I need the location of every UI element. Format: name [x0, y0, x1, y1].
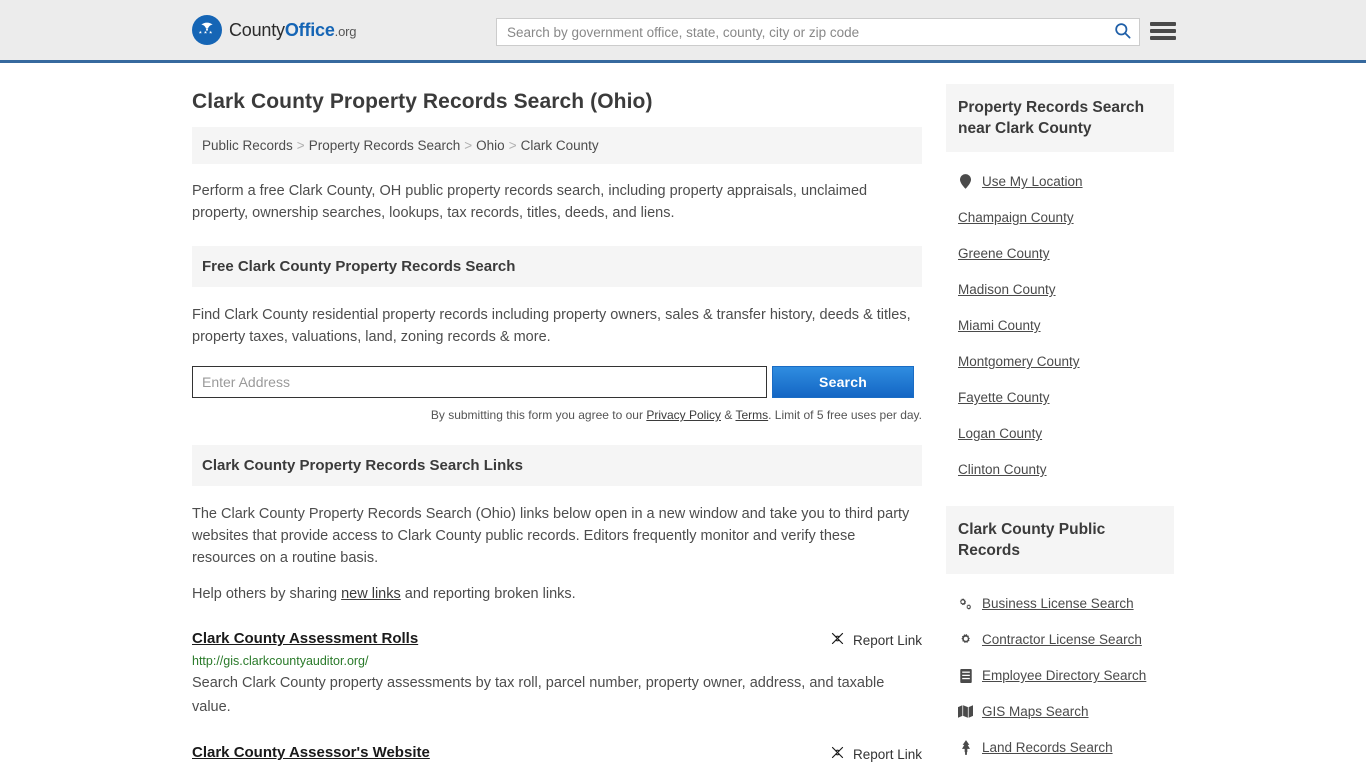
link-description: Search Clark County property assessments… — [192, 675, 885, 715]
breadcrumb: Public Records > Property Records Search > O… — [192, 127, 922, 164]
disclaimer-amp: & — [721, 408, 736, 422]
sidebar-link-label[interactable]: Greene County — [958, 246, 1050, 261]
sidebar-item-greene-county[interactable]: Greene County — [958, 246, 1174, 261]
intro-paragraph: Perform a free Clark County, OH public p… — [192, 183, 868, 221]
map-pin-icon — [958, 174, 973, 189]
link-title[interactable]: Clark County Assessor's Website — [192, 744, 430, 761]
sidebar-item-madison-county[interactable]: Madison County — [958, 282, 1174, 297]
help-suffix: and reporting broken links. — [400, 586, 576, 602]
sidebar-item-logan-county[interactable]: Logan County — [958, 426, 1174, 441]
sidebar-item-employee-directory-search[interactable]: Employee Directory Search — [958, 668, 1174, 683]
sidebar-link-label[interactable]: Montgomery County — [958, 354, 1080, 369]
sidebar-item-gis-maps-search[interactable]: GIS Maps Search — [958, 704, 1174, 719]
address-search-button[interactable]: Search — [772, 366, 914, 398]
help-prefix: Help others by sharing — [192, 586, 342, 602]
global-search-bar[interactable] — [496, 18, 1140, 46]
address-search-form: Search — [192, 366, 922, 398]
link-url: http://gis.clarkcountyauditor.org/ — [192, 654, 369, 668]
sidebar-link-label[interactable]: Madison County — [958, 282, 1056, 297]
hamburger-bar — [1150, 36, 1176, 40]
sidebar-link-label[interactable]: GIS Maps Search — [982, 704, 1089, 719]
breadcrumb-separator: > — [508, 138, 517, 153]
link-entry: Clark County Assessment Rolls Report Lin… — [192, 630, 922, 719]
book-icon — [958, 668, 973, 683]
sidebar-link-label[interactable]: Business License Search — [982, 596, 1134, 611]
map-icon — [958, 705, 973, 718]
sidebar-link-label[interactable]: Logan County — [958, 426, 1042, 441]
sidebar-link-label[interactable]: Champaign County — [958, 210, 1074, 225]
page-title: Clark County Property Records Search (Oh… — [192, 90, 653, 113]
sidebar: Property Records Search near Clark Count… — [946, 63, 1174, 768]
form-disclaimer: By submitting this form you agree to our… — [192, 408, 922, 422]
sidebar-item-montgomery-county[interactable]: Montgomery County — [958, 354, 1174, 369]
links-section-heading-wrap: Clark County Property Records Search Lin… — [192, 445, 922, 486]
free-search-heading: Free Clark County Property Records Searc… — [192, 246, 922, 287]
site-logo[interactable]: CountyOffice.org — [192, 15, 356, 45]
sidebar-item-use-my-location[interactable]: Use My Location — [958, 174, 1174, 189]
sidebar-link-label[interactable]: Employee Directory Search — [982, 668, 1146, 683]
sidebar-item-miami-county[interactable]: Miami County — [958, 318, 1174, 333]
hamburger-bar — [1150, 29, 1176, 33]
sidebar-public-records-list: Business License Search Contractor Licen… — [946, 596, 1174, 755]
sidebar-link-label[interactable]: Clinton County — [958, 462, 1047, 477]
broken-link-icon — [830, 745, 845, 763]
gear-icon — [958, 633, 973, 647]
report-link-button[interactable]: Report Link — [830, 630, 922, 649]
site-header: CountyOffice.org — [0, 0, 1366, 63]
eagle-seal-icon — [192, 15, 222, 45]
sidebar-item-fayette-county[interactable]: Fayette County — [958, 390, 1174, 405]
privacy-policy-link[interactable]: Privacy Policy — [646, 408, 721, 422]
sidebar-item-contractor-license-search[interactable]: Contractor License Search — [958, 632, 1174, 647]
address-input[interactable] — [192, 366, 767, 398]
sidebar-item-business-license-search[interactable]: Business License Search — [958, 596, 1174, 611]
link-title[interactable]: Clark County Assessment Rolls — [192, 630, 418, 647]
logo-prefix: County — [229, 19, 285, 40]
breadcrumb-item-property-records-search[interactable]: Property Records Search — [309, 138, 461, 153]
report-link-button[interactable]: Report Link — [830, 744, 922, 763]
site-logo-text: CountyOffice.org — [229, 20, 356, 41]
report-link-label: Report Link — [852, 746, 922, 762]
gears-icon — [958, 597, 973, 611]
hamburger-bar — [1150, 22, 1176, 26]
sidebar-public-records-heading: Clark County Public Records — [946, 506, 1174, 574]
hamburger-menu-icon[interactable] — [1150, 20, 1176, 42]
logo-suffix: .org — [334, 23, 357, 39]
new-links-link[interactable]: new links — [341, 586, 401, 602]
broken-link-icon — [830, 631, 845, 649]
breadcrumb-item-ohio[interactable]: Ohio — [476, 138, 505, 153]
sidebar-link-label[interactable]: Contractor License Search — [982, 632, 1142, 647]
sidebar-public-records-block: Clark County Public Records Business Lic… — [946, 506, 1174, 755]
terms-link[interactable]: Terms — [735, 408, 768, 422]
link-entry-header: Clark County Assessor's Website Report L… — [192, 744, 922, 763]
search-input[interactable] — [497, 19, 1105, 45]
links-section-paragraph: The Clark County Property Records Search… — [192, 506, 910, 566]
breadcrumb-item-clark-county[interactable]: Clark County — [521, 138, 599, 153]
page-body: Clark County Property Records Search (Oh… — [0, 63, 1366, 768]
sidebar-link-label[interactable]: Use My Location — [982, 174, 1083, 189]
logo-bold: Office — [284, 19, 335, 40]
breadcrumb-item-public-records[interactable]: Public Records — [202, 138, 293, 153]
sidebar-nearby-heading: Property Records Search near Clark Count… — [946, 84, 1174, 152]
report-link-label: Report Link — [852, 632, 922, 648]
sidebar-link-label[interactable]: Miami County — [958, 318, 1041, 333]
sidebar-link-label[interactable]: Fayette County — [958, 390, 1050, 405]
search-submit-button[interactable] — [1105, 19, 1139, 45]
link-entry-header: Clark County Assessment Rolls Report Lin… — [192, 630, 922, 649]
sidebar-item-clinton-county[interactable]: Clinton County — [958, 462, 1174, 477]
sidebar-nearby-list: Use My Location Champaign County Greene … — [946, 174, 1174, 477]
sidebar-item-champaign-county[interactable]: Champaign County — [958, 210, 1174, 225]
disclaimer-prefix: By submitting this form you agree to our — [430, 408, 647, 422]
sidebar-link-label[interactable]: Land Records Search — [982, 740, 1113, 755]
free-search-description: Find Clark County residential property r… — [192, 307, 911, 345]
help-share-line: Help others by sharing new links and rep… — [192, 583, 922, 605]
breadcrumb-separator: > — [296, 138, 305, 153]
main-content: Clark County Property Records Search (Oh… — [192, 63, 922, 768]
sidebar-item-land-records-search[interactable]: Land Records Search — [958, 740, 1174, 755]
tree-icon — [958, 740, 973, 755]
disclaimer-suffix: . Limit of 5 free uses per day. — [768, 408, 922, 422]
search-icon — [1113, 21, 1132, 43]
link-entry: Clark County Assessor's Website Report L… — [192, 744, 922, 768]
links-section-heading: Clark County Property Records Search Lin… — [192, 445, 922, 486]
breadcrumb-separator: > — [464, 138, 473, 153]
